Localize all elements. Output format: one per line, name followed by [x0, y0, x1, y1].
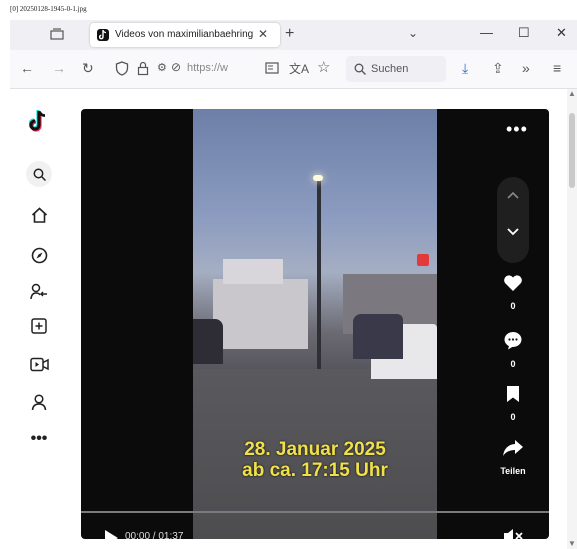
explore-icon[interactable]: [29, 245, 49, 265]
active-tab[interactable]: Videos von maximilianbaehring ✕: [90, 23, 280, 47]
share-label: Teilen: [500, 466, 526, 476]
save-action[interactable]: 0: [493, 385, 533, 422]
maximize-icon[interactable]: ☐: [518, 25, 530, 41]
search-box[interactable]: Suchen: [346, 56, 446, 82]
comment-icon: [504, 332, 522, 350]
reader-view-icon[interactable]: [265, 62, 279, 74]
lock-icon[interactable]: [137, 61, 149, 76]
more-icon[interactable]: •••: [29, 429, 49, 449]
tab-list-icon[interactable]: [50, 28, 64, 40]
download-icon[interactable]: ⤓: [462, 60, 468, 77]
navigation-bar: ← → ↻ ⚙ ⊘ https://w 文A ☆ Suchen ⤓ ⇪ » ≡: [10, 50, 577, 89]
search-placeholder: Suchen: [371, 63, 409, 75]
mute-icon[interactable]: [503, 527, 525, 539]
share-page-icon[interactable]: ⇪: [492, 60, 504, 77]
search-icon[interactable]: [26, 161, 52, 187]
url-bar[interactable]: ⚙ ⊘ https://w 文A ☆: [115, 56, 340, 82]
bookmark-icon: [507, 386, 519, 402]
scroll-down-icon[interactable]: ▼: [568, 539, 576, 548]
overflow-chevrons-icon[interactable]: »: [522, 60, 530, 76]
video-player[interactable]: 28. Januar 2025 ab ca. 17:15 Uhr ••• 0 0…: [81, 109, 549, 539]
tiktok-logo-icon[interactable]: [29, 110, 49, 132]
url-text: https://w: [187, 62, 228, 74]
translate-icon[interactable]: 文A: [289, 60, 309, 77]
page-content: ••• 28. Januar 2025 ab ca. 17:15 Uhr •••…: [10, 89, 567, 549]
video-nav-pill: [497, 177, 529, 263]
close-window-icon[interactable]: ✕: [556, 25, 567, 41]
comment-action[interactable]: 0: [493, 331, 533, 369]
image-caption: [0] 20250128-1945-0-1.jpg: [10, 5, 87, 13]
page-scrollbar[interactable]: ▲ ▼: [567, 89, 577, 549]
following-icon[interactable]: [29, 281, 49, 301]
like-count: 0: [510, 301, 516, 311]
reload-icon[interactable]: ↻: [82, 60, 94, 77]
live-icon[interactable]: [29, 354, 49, 374]
hamburger-menu-icon[interactable]: ≡: [553, 60, 561, 76]
overlay-date: 28. Januar 2025: [244, 439, 386, 460]
like-action[interactable]: 0: [493, 274, 533, 311]
chevron-down-icon[interactable]: ⌄: [408, 26, 418, 40]
tab-close-icon[interactable]: ✕: [258, 27, 268, 41]
home-icon[interactable]: [29, 205, 49, 225]
scroll-up-icon[interactable]: ▲: [568, 89, 576, 98]
bookmark-star-icon[interactable]: ☆: [317, 58, 330, 76]
chevron-down-icon[interactable]: [506, 227, 520, 236]
video-progress-bar[interactable]: [81, 511, 549, 513]
tracking-protection-icon[interactable]: ⊘: [171, 60, 181, 74]
chevron-up-icon[interactable]: [506, 191, 520, 200]
shield-icon[interactable]: [115, 61, 129, 76]
save-count: 0: [510, 412, 516, 422]
forward-icon[interactable]: →: [52, 60, 66, 76]
play-icon[interactable]: [103, 529, 119, 539]
scrollbar-thumb[interactable]: [569, 113, 575, 188]
tiktok-favicon-icon: [97, 29, 109, 41]
minimize-icon[interactable]: —: [480, 25, 493, 40]
overlay-time: ab ca. 17:15 Uhr: [242, 460, 388, 481]
upload-icon[interactable]: [29, 316, 49, 336]
tab-title: Videos von maximilianbaehring: [115, 29, 254, 40]
new-tab-icon[interactable]: +: [285, 25, 294, 43]
share-action[interactable]: Teilen: [493, 439, 533, 476]
back-icon[interactable]: ←: [20, 60, 34, 76]
video-time: 00:00 / 01:37: [125, 531, 184, 539]
share-arrow-icon: [503, 440, 523, 456]
profile-icon[interactable]: [29, 392, 49, 412]
search-icon: [354, 63, 366, 75]
tab-bar: Videos von maximilianbaehring ✕ + ⌄ — ☐ …: [10, 20, 577, 50]
comment-count: 0: [510, 359, 516, 369]
heart-icon: [504, 275, 522, 291]
video-more-icon[interactable]: •••: [506, 119, 528, 140]
permissions-icon[interactable]: ⚙: [157, 61, 167, 74]
